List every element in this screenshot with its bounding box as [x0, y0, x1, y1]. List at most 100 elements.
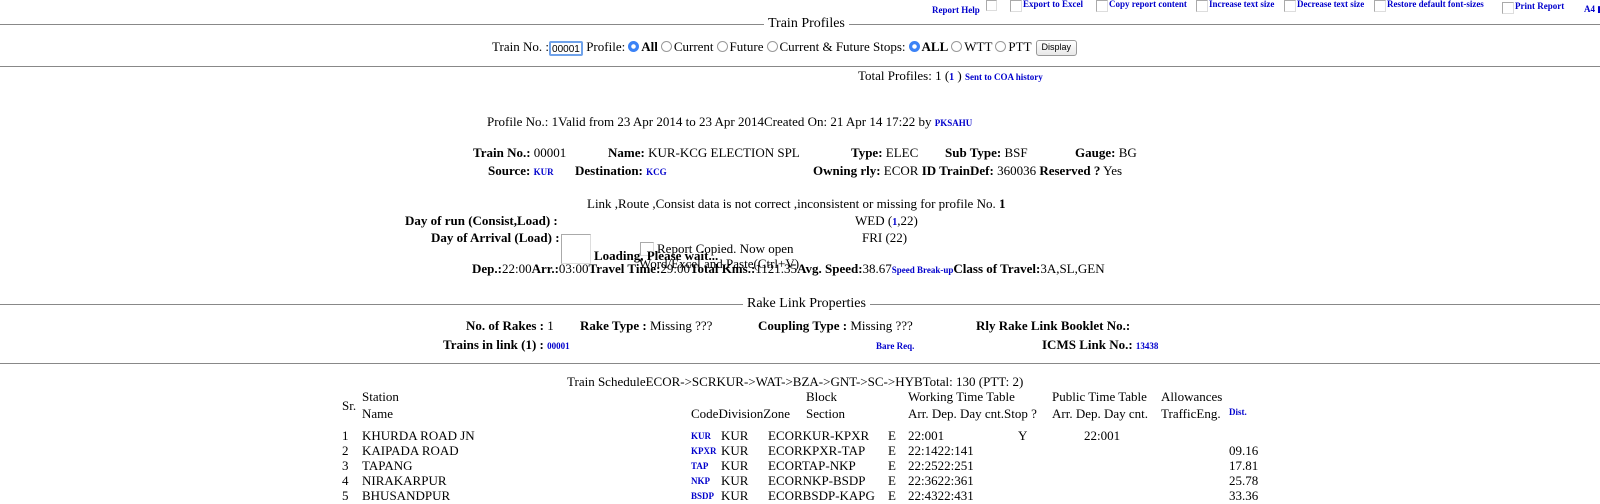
- traindef-label: ID TrainDef:: [921, 163, 994, 178]
- sub-type-value: BSF: [1004, 145, 1028, 160]
- train-no-detail-label: Train No.:: [473, 145, 531, 160]
- trains-link-label: Trains in link (1) :: [443, 337, 544, 352]
- profile-count-link[interactable]: 1: [949, 72, 954, 83]
- icms-value-link[interactable]: 13438: [1136, 341, 1159, 351]
- header-name: Name: [362, 406, 394, 421]
- header-ptt: Public Time Table: [1052, 389, 1147, 404]
- schedule-cell-name: BHUSANDPUR: [362, 488, 451, 503]
- travel-value: 29:00: [660, 261, 691, 276]
- day-of-arrival-value: FRI (22): [862, 230, 908, 245]
- header-traffic-eng: TrafficEng.: [1161, 406, 1221, 421]
- schedule-cell-ptt: 22:001: [1084, 428, 1121, 443]
- schedule-cell-division: KUR: [721, 443, 749, 458]
- profile-label: Profile:: [586, 39, 626, 54]
- profile-current-radio[interactable]: [660, 41, 672, 52]
- class-value: 3A,SL,GEN: [1040, 261, 1105, 276]
- schedule-cell-e: E: [888, 443, 896, 458]
- schedule-rule: [0, 363, 1600, 364]
- schedule-cell-name: KAIPADA ROAD: [362, 443, 459, 458]
- train-no-detail: Train No.: 00001: [473, 145, 566, 161]
- report-help-link[interactable]: Report Help: [932, 5, 980, 15]
- schedule-cell-wtt: 22:1422:141: [908, 443, 974, 458]
- schedule-cell-name: KHURDA ROAD JN: [362, 428, 475, 443]
- loading-image-icon: [561, 234, 591, 264]
- stops-wtt-radio[interactable]: [951, 41, 963, 52]
- schedule-cell-e: E: [888, 458, 896, 473]
- reserved-label: Reserved ?: [1039, 163, 1101, 178]
- stops-ptt-radio[interactable]: [995, 41, 1007, 52]
- schedule-cell-code[interactable]: NKP: [691, 476, 710, 486]
- destination-label: Destination:: [575, 163, 643, 178]
- export-excel-button[interactable]: Export to Excel: [1010, 0, 1083, 13]
- schedule-cell-code[interactable]: BSDP: [691, 491, 714, 501]
- schedule-cell-code[interactable]: TAP: [691, 461, 708, 471]
- train-type-detail: Type: ELEC: [851, 145, 918, 161]
- gauge-value: BG: [1118, 145, 1137, 160]
- day-run-suffix: ,22): [897, 213, 918, 228]
- schedule-cell-name: NIRAKARPUR: [362, 473, 447, 488]
- profile-all-label: All: [641, 39, 658, 54]
- profile-line-text: Profile No.: 1Valid from 23 Apr 2014 to …: [487, 114, 932, 129]
- schedule-cell-division: KUR: [721, 488, 749, 503]
- schedule-cell-wtt: 22:3622:361: [908, 473, 974, 488]
- stops-all-radio[interactable]: [908, 41, 920, 52]
- header-zone-label: Zone: [763, 406, 790, 421]
- header-wtt: Working Time Table: [908, 389, 1015, 404]
- reserved-value: Yes: [1103, 163, 1123, 178]
- display-button[interactable]: Display: [1035, 40, 1078, 57]
- schedule-cell-sr: 3: [342, 458, 349, 473]
- dist-header-link[interactable]: Dist.: [1229, 407, 1247, 417]
- header-division-label: Division: [718, 406, 764, 421]
- profile-current-future-radio[interactable]: [766, 41, 778, 52]
- copy-report-button[interactable]: Copy report content: [1096, 0, 1187, 13]
- coa-history-link[interactable]: Sent to COA history: [965, 72, 1043, 82]
- arr-label: Arr.:: [531, 261, 559, 276]
- schedule-cell-dist: 09.16: [1229, 443, 1259, 458]
- profile-info-line: Profile No.: 1Valid from 23 Apr 2014 to …: [487, 114, 972, 130]
- profile-future-radio[interactable]: [716, 41, 728, 52]
- print-report-label: Print Report: [1515, 1, 1565, 11]
- schedule-cell-dist: 25.78: [1229, 473, 1259, 488]
- class-label: Class of Travel:: [953, 261, 1041, 276]
- schedule-cell-zone-block: ECORTAP-NKP: [768, 458, 856, 473]
- schedule-cell-code[interactable]: KUR: [691, 431, 711, 441]
- print-report-button[interactable]: Print Report: [1502, 2, 1564, 15]
- rakes-value: 1: [547, 318, 554, 333]
- gauge-detail: Gauge: BG: [1075, 145, 1137, 161]
- excel-icon: [1010, 0, 1022, 12]
- train-no-label: Train No. :: [492, 39, 549, 54]
- increase-text-button[interactable]: Increase text size: [1196, 0, 1274, 13]
- header-code-label: Code: [691, 406, 719, 421]
- coupling-type: Coupling Type : Missing ???: [758, 318, 913, 334]
- header-stop-label: Stop ?: [1004, 406, 1037, 421]
- header-ptt-cols: Arr. Dep. Day cnt.: [1052, 406, 1149, 421]
- restore-fonts-button[interactable]: Restore default font-sizes: [1374, 0, 1484, 13]
- owning-label: Owning rly:: [813, 163, 881, 178]
- travel-label: Travel Time:: [588, 261, 661, 276]
- schedule-cell-sr: 4: [342, 473, 349, 488]
- profile-all-radio[interactable]: [628, 41, 640, 52]
- schedule-cell-sr: 1: [342, 428, 349, 443]
- trains-link[interactable]: 00001: [547, 341, 570, 351]
- train-no-input[interactable]: 00001: [548, 40, 583, 56]
- header-block: Block: [806, 389, 838, 404]
- dep-label: Dep.:: [472, 261, 502, 276]
- icms-label: ICMS Link No.:: [1042, 337, 1133, 352]
- source-label: Source:: [488, 163, 531, 178]
- decrease-text-button[interactable]: Decrease text size: [1284, 0, 1364, 13]
- rake-type-value: Missing ???: [649, 318, 713, 333]
- no-of-rakes: No. of Rakes : 1: [466, 318, 554, 334]
- paper-size-link[interactable]: A4 ▮: [1584, 4, 1600, 15]
- source-link[interactable]: KUR: [534, 167, 554, 177]
- header-station: Station: [362, 389, 399, 404]
- bare-req-link[interactable]: Bare Req.: [876, 341, 914, 351]
- warning-text: Link ,Route ,Consist data is not correct…: [587, 196, 996, 211]
- created-by-link[interactable]: PKSAHU: [935, 118, 973, 128]
- day-run-prefix: WED (: [855, 213, 893, 228]
- speed-breakup-link[interactable]: Speed Break-up: [892, 265, 954, 275]
- destination-link[interactable]: KCG: [646, 167, 667, 177]
- schedule-cell-code[interactable]: KPXR: [691, 446, 717, 456]
- paper-size-label: A4: [1584, 4, 1595, 14]
- schedule-cell-name: TAPANG: [362, 458, 413, 473]
- stops-label: Stops:: [873, 39, 906, 54]
